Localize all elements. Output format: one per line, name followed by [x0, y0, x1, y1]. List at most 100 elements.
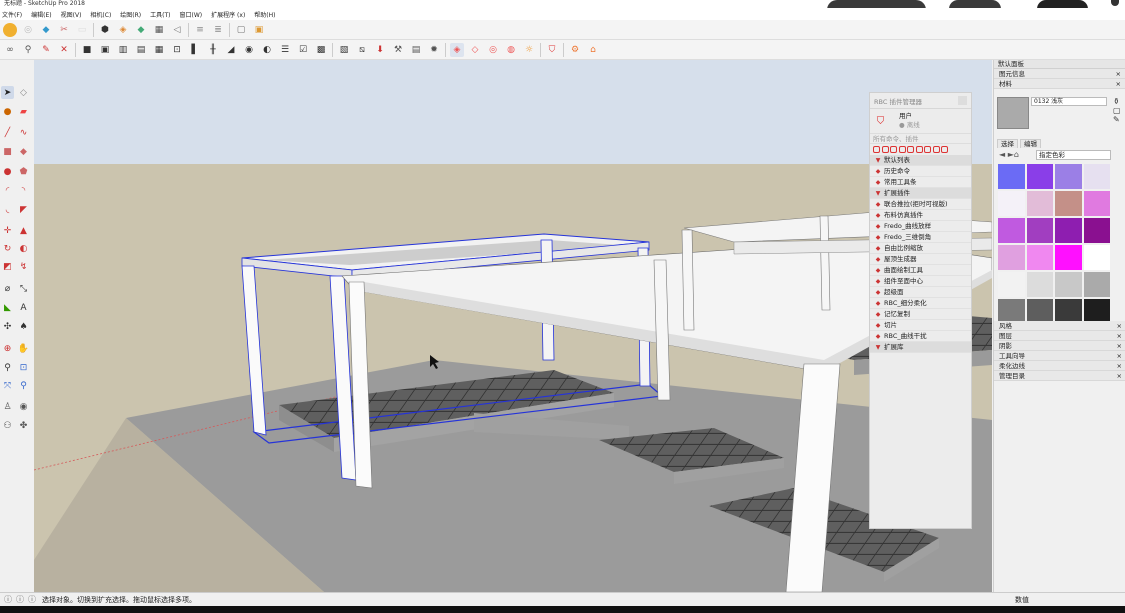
- color-swatch[interactable]: [1054, 190, 1083, 217]
- list-icon[interactable]: ≡: [193, 23, 207, 37]
- tools-icon[interactable]: ✕: [57, 43, 71, 57]
- info-icon[interactable]: ⓘ: [4, 594, 12, 605]
- close-icon[interactable]: [958, 96, 967, 105]
- copy-icon[interactable]: ▭: [75, 23, 89, 37]
- diag-icon[interactable]: ⧅: [355, 43, 369, 57]
- credit-icon[interactable]: ⓘ: [16, 594, 24, 605]
- menu-window[interactable]: 窗口(W): [180, 10, 203, 19]
- blocks-icon[interactable]: ▤: [134, 43, 148, 57]
- move-icon[interactable]: ✛: [1, 224, 14, 237]
- rbc-item[interactable]: ◆ 组件至面中心: [870, 276, 971, 287]
- pie-icon[interactable]: ◤: [17, 203, 30, 216]
- rbc-item[interactable]: ◆ 切片: [870, 320, 971, 331]
- table-icon[interactable]: ▦: [152, 43, 166, 57]
- zoom-icon[interactable]: ⚲: [1, 361, 14, 374]
- menu-file[interactable]: 文件(F): [2, 10, 22, 19]
- check-icon[interactable]: ☑: [296, 43, 310, 57]
- box-icon[interactable]: ■: [80, 43, 94, 57]
- arc2-icon[interactable]: ◝: [17, 184, 30, 197]
- color-swatch[interactable]: [1054, 163, 1083, 190]
- zoom-prev-icon[interactable]: ⚲: [17, 379, 30, 392]
- color-swatch[interactable]: [1054, 271, 1083, 298]
- frame-icon[interactable]: ▣: [98, 43, 112, 57]
- sound-icon[interactable]: ◁: [170, 23, 184, 37]
- nav-arrows-icon[interactable]: ◄ ►⌂: [999, 150, 1019, 159]
- rbc-item[interactable]: ◆ 常用工具条: [870, 177, 971, 188]
- rbc-search[interactable]: 所有命令、插件: [870, 134, 971, 144]
- burst-icon[interactable]: ✹: [427, 43, 441, 57]
- gem2-icon[interactable]: ◇: [468, 43, 482, 57]
- ring-icon[interactable]: ◎: [486, 43, 500, 57]
- zoom-window-icon[interactable]: ⊡: [17, 361, 30, 374]
- pan-icon[interactable]: ✋: [17, 342, 30, 355]
- sun-icon[interactable]: ☼: [522, 43, 536, 57]
- menu-draw[interactable]: 绘图(R): [120, 10, 141, 19]
- menu-extensions[interactable]: 扩展程序 (x): [211, 10, 245, 19]
- image-icon[interactable]: [898, 146, 906, 153]
- rbc-user[interactable]: ⛉ 用户 ● 离线: [870, 109, 971, 134]
- rbc-item[interactable]: ◆ RBC_曲线干扰: [870, 331, 971, 342]
- followme-icon[interactable]: ◐: [17, 242, 30, 255]
- rbc-item[interactable]: ◆ 屋顶生成器: [870, 254, 971, 265]
- rbc-section[interactable]: ▼ 默认列表: [870, 155, 971, 166]
- color-swatch[interactable]: [997, 190, 1026, 217]
- line-icon[interactable]: ╱: [1, 126, 14, 139]
- pen-icon[interactable]: ✎: [39, 43, 53, 57]
- list-icon[interactable]: [881, 146, 889, 153]
- menu-help[interactable]: 帮助(H): [254, 10, 275, 19]
- color-swatch[interactable]: [1054, 244, 1083, 271]
- color-swatch[interactable]: [1025, 271, 1054, 298]
- position-camera-icon[interactable]: ♙: [1, 400, 14, 413]
- slope-icon[interactable]: ◢: [224, 43, 238, 57]
- eraser-icon[interactable]: ▰: [17, 105, 30, 118]
- tray-section-header[interactable]: 图层 ×: [994, 331, 1125, 341]
- rotrect-icon[interactable]: ◆: [17, 145, 30, 158]
- rect-icon[interactable]: ■: [1, 145, 14, 158]
- stack-icon[interactable]: ☰: [278, 43, 292, 57]
- rotate-icon[interactable]: ↻: [1, 242, 14, 255]
- walk-icon[interactable]: ⚇: [1, 419, 14, 432]
- help-icon[interactable]: ⓘ: [28, 594, 36, 605]
- shield-icon[interactable]: ◈: [116, 23, 130, 37]
- color-swatch[interactable]: [1025, 190, 1054, 217]
- rbc-item[interactable]: ◆ 历史命令: [870, 166, 971, 177]
- color-swatch[interactable]: [997, 244, 1026, 271]
- tray-section-header[interactable]: 工具向导 ×: [994, 351, 1125, 361]
- warehouse-icon[interactable]: ⬢: [98, 23, 112, 37]
- rbc-item[interactable]: ◆ 记忆复制: [870, 309, 971, 320]
- extension-icon[interactable]: ◆: [134, 23, 148, 37]
- rbc-item[interactable]: ◆ 曲面绘制工具: [870, 265, 971, 276]
- rbc-item[interactable]: ◆ Fredo_曲线放样: [870, 221, 971, 232]
- disc-icon[interactable]: ◉: [242, 43, 256, 57]
- menu-view[interactable]: 视图(V): [61, 10, 82, 19]
- color-swatch[interactable]: [1082, 244, 1111, 271]
- tray-section-header[interactable]: 柔化边线 ×: [994, 361, 1125, 371]
- pushpull-icon[interactable]: ▲: [17, 224, 30, 237]
- ring2-icon[interactable]: ◍: [504, 43, 518, 57]
- color-swatch[interactable]: [997, 217, 1026, 244]
- stairs-icon[interactable]: ▩: [314, 43, 328, 57]
- tray-section-header[interactable]: 阴影 ×: [994, 341, 1125, 351]
- tray-section-header[interactable]: 风格 ×: [994, 321, 1125, 331]
- folder-icon[interactable]: [941, 146, 948, 153]
- look-around-icon[interactable]: ◉: [17, 400, 30, 413]
- layers-icon[interactable]: ≣: [211, 23, 225, 37]
- 3dtext-icon[interactable]: ♠: [17, 320, 30, 333]
- rbc-item[interactable]: ◆ 自由比例缩放: [870, 243, 971, 254]
- color-swatch[interactable]: [1025, 217, 1054, 244]
- tray-section-header[interactable]: 管理目录 ×: [994, 371, 1125, 381]
- gear-icon[interactable]: [924, 146, 931, 153]
- refresh-icon[interactable]: [932, 146, 940, 153]
- save-icon[interactable]: ◆: [39, 23, 53, 37]
- beam-icon[interactable]: ╫: [206, 43, 220, 57]
- target-icon[interactable]: ⊡: [170, 43, 184, 57]
- color-swatch[interactable]: [1082, 271, 1111, 298]
- column-icon[interactable]: ▌: [188, 43, 202, 57]
- rbc-item[interactable]: ◆ Fredo_三维倒角: [870, 232, 971, 243]
- color-swatch[interactable]: [997, 163, 1026, 190]
- bars-icon[interactable]: ▥: [116, 43, 130, 57]
- entity-info-header[interactable]: 图元信息 ×: [994, 69, 1125, 79]
- arc-icon[interactable]: ◜: [1, 184, 14, 197]
- cut-icon[interactable]: ✂: [57, 23, 71, 37]
- freehand-icon[interactable]: ∿: [17, 126, 30, 139]
